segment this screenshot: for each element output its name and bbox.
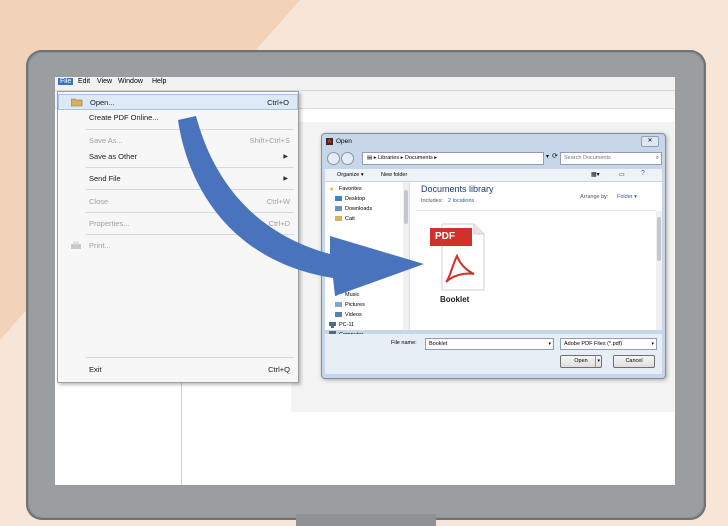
menu-help[interactable]: Help <box>152 78 166 85</box>
screen: File Edit View Window Help Open... Ctrl+… <box>55 77 675 485</box>
library-title: Documents library <box>421 184 494 194</box>
back-button[interactable] <box>327 152 340 165</box>
open-options-arrow-icon: ▾ <box>595 356 600 367</box>
cancel-button[interactable]: Cancel <box>613 355 655 368</box>
menu-item-save-as[interactable]: Save As... Shift+Ctrl+S <box>58 133 298 149</box>
includes-label: Includes: <box>421 198 444 204</box>
printer-icon <box>71 241 81 249</box>
pdf-icon-label: PDF <box>435 231 455 242</box>
folder-open-icon <box>71 98 83 107</box>
downloads-icon <box>335 206 342 211</box>
music-icon: ♪ <box>335 292 338 298</box>
menu-item-open[interactable]: Open... Ctrl+O <box>58 94 298 110</box>
navigation-tree: ★ Favorites Desktop Downloads Cait Doc..… <box>325 182 410 330</box>
close-button[interactable]: ✕ <box>641 136 659 147</box>
filename-row: File name: Booklet ▾ Adobe PDF Files (*.… <box>325 334 662 374</box>
menu-item-print[interactable]: Print... <box>58 238 298 254</box>
menu-view[interactable]: View <box>97 78 112 85</box>
menu-item-save-as-other[interactable]: Save as Other ▶ <box>58 149 298 165</box>
filetype-select[interactable]: Adobe PDF Files (*.pdf) ▾ <box>560 338 657 350</box>
nav-item-videos[interactable]: Videos <box>345 312 362 318</box>
menu-item-close[interactable]: Close Ctrl+W <box>58 194 298 210</box>
organize-button[interactable]: Organize ▾ <box>337 172 364 178</box>
nav-item-favorites[interactable]: Favorites <box>339 186 362 192</box>
file-name-label: Booklet <box>440 295 470 304</box>
dialog-title: Open <box>336 138 352 145</box>
menu-window[interactable]: Window <box>118 78 143 85</box>
nav-item-downloads[interactable]: Downloads <box>345 206 372 212</box>
preview-pane-icon[interactable]: ▭ <box>619 171 625 178</box>
submenu-arrow-icon: ▶ <box>283 154 288 160</box>
menu-edit[interactable]: Edit <box>78 78 90 85</box>
dropdown-arrow-icon[interactable]: ▾ <box>546 153 549 160</box>
folder-icon: ▤ <box>367 155 373 161</box>
help-icon[interactable]: ? <box>641 170 645 177</box>
new-folder-button[interactable]: New folder <box>381 172 407 178</box>
nav-scrollbar[interactable] <box>403 182 409 330</box>
desktop-icon <box>335 196 342 201</box>
menu-item-send-file[interactable]: Send File ▶ <box>58 171 298 187</box>
nav-item-pictures[interactable]: Pictures <box>345 302 365 308</box>
star-icon: ★ <box>329 187 335 193</box>
search-icon: ⌕ <box>655 155 659 161</box>
nav-item-pc[interactable]: PC-11 <box>339 322 354 328</box>
file-item-booklet[interactable]: PDF Booklet <box>430 222 490 308</box>
file-menu: Open... Ctrl+O Create PDF Online... Save… <box>57 91 299 383</box>
command-bar: Organize ▾ New folder ▦▾ ▭ ? <box>325 169 662 182</box>
address-path: ▸ Libraries ▸ Documents ▸ <box>373 155 438 161</box>
arrange-by-dropdown[interactable]: Folder ▾ <box>617 194 637 200</box>
filename-label: File name: <box>391 340 417 346</box>
open-button[interactable]: Open ▾ <box>560 355 602 368</box>
menu-file[interactable]: File <box>58 78 74 85</box>
address-bar[interactable]: ▤ ▸ Libraries ▸ Documents ▸ <box>362 152 544 165</box>
nav-item-documents[interactable]: Doc... <box>345 282 359 288</box>
file-list: Documents library Includes: 2 locations … <box>410 182 662 330</box>
includes-locations-link[interactable]: 2 locations <box>448 198 474 204</box>
dropdown-arrow-icon: ▾ <box>651 341 654 347</box>
refresh-icon[interactable]: ⟳ <box>552 152 558 160</box>
arrange-by-label: Arrange by: <box>580 194 609 200</box>
videos-icon <box>335 312 342 317</box>
pc-icon <box>329 322 336 328</box>
menu-item-exit[interactable]: Exit Ctrl+Q <box>58 362 298 378</box>
pictures-icon <box>335 302 342 307</box>
filename-input[interactable]: Booklet ▾ <box>425 338 554 350</box>
monitor-stand <box>296 514 436 526</box>
acrobat-icon <box>326 138 333 145</box>
submenu-arrow-icon: ▶ <box>283 176 288 182</box>
menubar: File Edit View Window Help <box>55 77 675 91</box>
navigation-pane <box>55 376 182 485</box>
user-folder-icon <box>335 216 342 221</box>
content-scrollbar[interactable] <box>656 211 662 330</box>
view-options-icon[interactable]: ▦▾ <box>591 171 600 178</box>
nav-item-desktop[interactable]: Desktop <box>345 196 365 202</box>
nav-item-music[interactable]: Music <box>345 292 359 298</box>
open-dialog: Open ✕ ▤ ▸ Libraries ▸ Documents ▸ ▾ ⟳ S… <box>321 133 666 379</box>
forward-button[interactable] <box>341 152 354 165</box>
menu-item-properties[interactable]: Properties... Ctrl+D <box>58 216 298 232</box>
nav-item-cait[interactable]: Cait <box>345 216 355 222</box>
menu-item-create-pdf-online[interactable]: Create PDF Online... <box>58 110 298 126</box>
search-input[interactable]: Search Documents ⌕ <box>560 152 662 165</box>
dropdown-arrow-icon: ▾ <box>548 341 551 347</box>
